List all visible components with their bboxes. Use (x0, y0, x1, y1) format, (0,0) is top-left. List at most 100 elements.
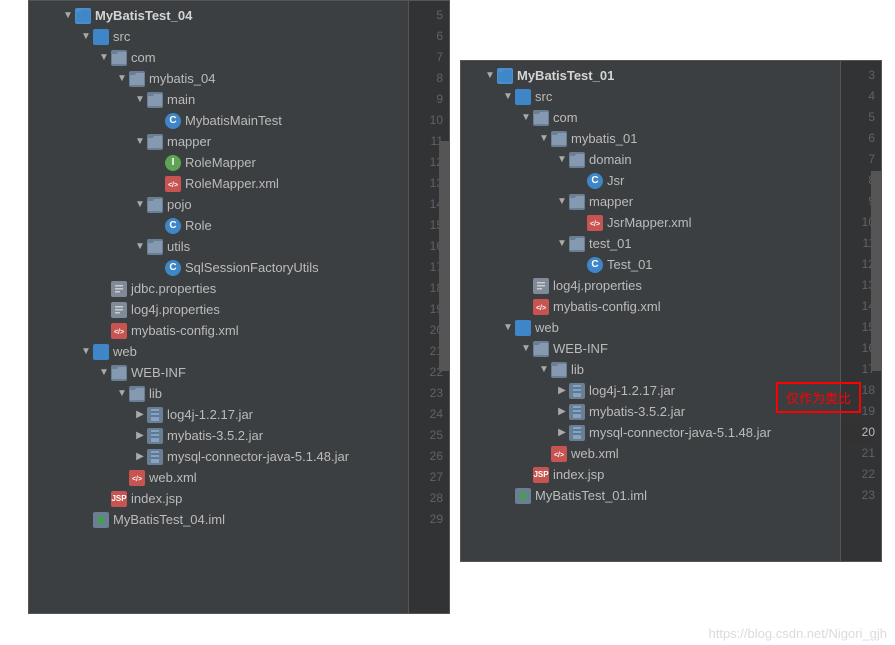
tree-row[interactable]: ▼com (465, 107, 840, 128)
tree-row[interactable]: ▶mysql-connector-java-5.1.48.jar (465, 422, 840, 443)
tree-row[interactable]: ▶mysql-connector-java-5.1.48.jar (33, 446, 408, 467)
tree-row[interactable]: ▼CRole (33, 215, 408, 236)
jar-icon (147, 449, 163, 465)
tree-row[interactable]: ▶log4j-1.2.17.jar (33, 404, 408, 425)
chevron-down-icon[interactable]: ▼ (503, 91, 513, 102)
chevron-down-icon[interactable]: ▼ (81, 31, 91, 42)
chevron-right-icon[interactable]: ▶ (557, 406, 567, 417)
tree-item-label: RoleMapper (185, 155, 256, 170)
tree-row[interactable]: ▼lib (465, 359, 840, 380)
chevron-down-icon[interactable]: ▼ (117, 388, 127, 399)
folder-src-icon (515, 89, 531, 105)
tree-row[interactable]: ▼</>web.xml (33, 467, 408, 488)
tree-row[interactable]: ▶mybatis-3.5.2.jar (33, 425, 408, 446)
left-project-panel: ▼MyBatisTest_04▼src▼com▼mybatis_04▼main▼… (28, 0, 450, 614)
tree-row[interactable]: ▼log4j.properties (465, 275, 840, 296)
chevron-down-icon[interactable]: ▼ (557, 196, 567, 207)
chevron-down-icon[interactable]: ▼ (117, 73, 127, 84)
tree-row[interactable]: ▼</>JsrMapper.xml (465, 212, 840, 233)
chevron-right-icon[interactable]: ▶ (557, 385, 567, 396)
chevron-down-icon[interactable]: ▼ (135, 199, 145, 210)
right-tree[interactable]: ▼MyBatisTest_01▼src▼com▼mybatis_01▼domai… (461, 61, 840, 561)
tree-row[interactable]: ▼test_01 (465, 233, 840, 254)
tree-row[interactable]: ▼JSPindex.jsp (33, 488, 408, 509)
package-icon (569, 152, 585, 168)
watermark: https://blog.csdn.net/Nigori_gjh (709, 626, 888, 641)
tree-row[interactable]: ▼MyBatisTest_01.iml (465, 485, 840, 506)
tree-row[interactable]: ▼mybatis_04 (33, 68, 408, 89)
folder-icon (551, 362, 567, 378)
chevron-down-icon[interactable]: ▼ (135, 94, 145, 105)
tree-row[interactable]: ▼WEB-INF (33, 362, 408, 383)
tree-row[interactable]: ▼MyBatisTest_04.iml (33, 509, 408, 530)
tree-row[interactable]: ▼ web (33, 341, 408, 362)
chevron-down-icon[interactable]: ▼ (99, 367, 109, 378)
line-number: 20 (841, 422, 875, 443)
tree-row[interactable]: ▼MyBatisTest_04 (33, 5, 408, 26)
tree-row[interactable]: ▼CMybatisMainTest (33, 110, 408, 131)
tree-row[interactable]: ▼MyBatisTest_01 (465, 65, 840, 86)
chevron-down-icon[interactable]: ▼ (521, 343, 531, 354)
line-number: 25 (430, 425, 443, 446)
right-project-panel: ▼MyBatisTest_01▼src▼com▼mybatis_01▼domai… (460, 60, 882, 562)
tree-row[interactable]: ▼web (465, 317, 840, 338)
tree-item-label: SqlSessionFactoryUtils (185, 260, 319, 275)
tree-row[interactable]: ▼CJsr (465, 170, 840, 191)
package-icon (147, 92, 163, 108)
tree-row[interactable]: ▼ src (33, 26, 408, 47)
tree-row[interactable]: ▼mybatis_01 (465, 128, 840, 149)
tree-row[interactable]: ▼main (33, 89, 408, 110)
line-number: 18 (862, 380, 875, 401)
chevron-down-icon[interactable]: ▼ (557, 238, 567, 249)
chevron-down-icon[interactable]: ▼ (485, 70, 495, 81)
tree-row[interactable]: ▼CTest_01 (465, 254, 840, 275)
tree-row[interactable]: ▼JSPindex.jsp (465, 464, 840, 485)
chevron-down-icon[interactable]: ▼ (81, 346, 91, 357)
tree-item-label: com (131, 50, 156, 65)
chevron-down-icon[interactable]: ▼ (557, 154, 567, 165)
tree-item-label: web (113, 344, 137, 359)
package-icon (533, 110, 549, 126)
tree-row[interactable]: ▼ com (33, 47, 408, 68)
jar-icon (569, 404, 585, 420)
chevron-right-icon[interactable]: ▶ (135, 430, 145, 441)
chevron-down-icon[interactable]: ▼ (63, 10, 73, 21)
chevron-right-icon[interactable]: ▶ (557, 427, 567, 438)
chevron-down-icon[interactable]: ▼ (521, 112, 531, 123)
chevron-down-icon[interactable]: ▼ (539, 364, 549, 375)
chevron-down-icon[interactable]: ▼ (503, 322, 513, 333)
tree-row[interactable]: ▼lib (33, 383, 408, 404)
chevron-down-icon[interactable]: ▼ (135, 241, 145, 252)
tree-item-label: src (113, 29, 130, 44)
tree-row[interactable]: ▼ pojo (33, 194, 408, 215)
tree-row[interactable]: ▼</>mybatis-config.xml (465, 296, 840, 317)
tree-item-label: pojo (167, 197, 192, 212)
left-tree[interactable]: ▼MyBatisTest_04▼src▼com▼mybatis_04▼main▼… (29, 1, 408, 613)
tree-row[interactable]: ▼</>mybatis-config.xml (33, 320, 408, 341)
line-number: 27 (430, 467, 443, 488)
tree-row[interactable]: ▼IRoleMapper (33, 152, 408, 173)
tree-row[interactable]: ▼jdbc.properties (33, 278, 408, 299)
tree-item-label: index.jsp (553, 467, 604, 482)
chevron-right-icon[interactable]: ▶ (135, 409, 145, 420)
chevron-right-icon[interactable]: ▶ (135, 451, 145, 462)
chevron-down-icon[interactable]: ▼ (539, 133, 549, 144)
tree-row[interactable]: ▼</>RoleMapper.xml (33, 173, 408, 194)
tree-row[interactable]: ▼utils (33, 236, 408, 257)
tree-item-label: log4j.properties (553, 278, 642, 293)
chevron-down-icon[interactable]: ▼ (135, 136, 145, 147)
tree-item-label: web.xml (571, 446, 619, 461)
line-number: 21 (862, 443, 875, 464)
tree-row[interactable]: ▼log4j.properties (33, 299, 408, 320)
tree-row[interactable]: ▼</>web.xml (465, 443, 840, 464)
jsp-icon: JSP (533, 467, 549, 483)
tree-item-label: mapper (167, 134, 211, 149)
line-number: 4 (868, 86, 875, 107)
tree-row[interactable]: ▼WEB-INF (465, 338, 840, 359)
tree-row[interactable]: ▼mapper (465, 191, 840, 212)
chevron-down-icon[interactable]: ▼ (99, 52, 109, 63)
tree-row[interactable]: ▼CSqlSessionFactoryUtils (33, 257, 408, 278)
tree-row[interactable]: ▼domain (465, 149, 840, 170)
tree-row[interactable]: ▼src (465, 86, 840, 107)
tree-row[interactable]: ▼ mapper (33, 131, 408, 152)
